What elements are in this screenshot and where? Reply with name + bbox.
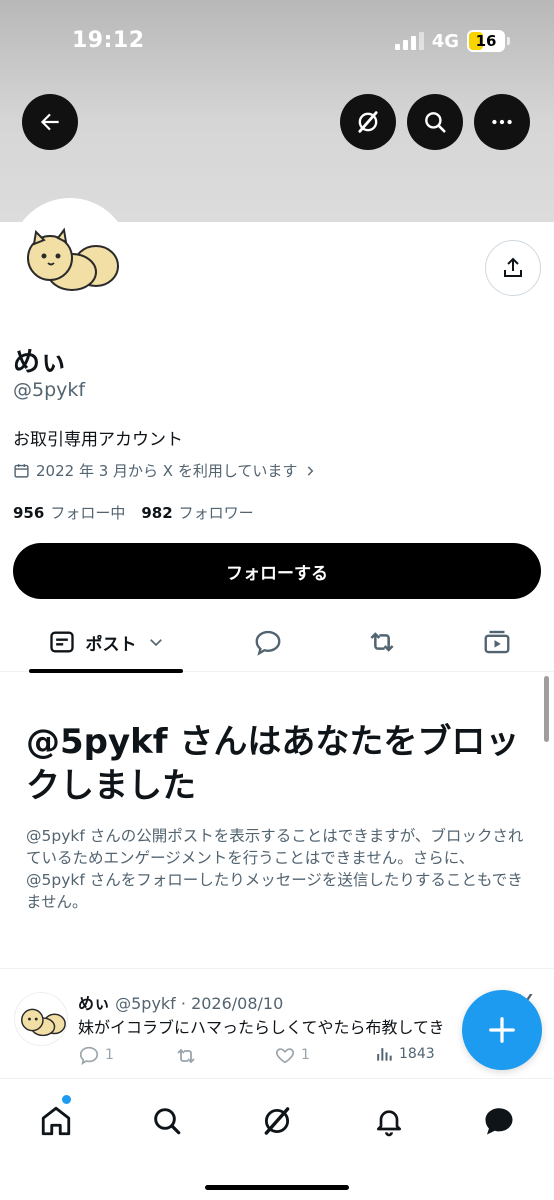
profile-avatar[interactable] xyxy=(10,198,130,318)
tab-reposts[interactable] xyxy=(352,612,412,672)
tab-posts[interactable]: ポスト xyxy=(28,612,184,672)
chevron-right-icon xyxy=(308,465,314,476)
tab-replies[interactable] xyxy=(238,612,298,672)
like-icon xyxy=(275,1048,295,1064)
profile-bio: お取引専用アカウント xyxy=(13,430,183,450)
blocked-description: @5pykf さんの公開ポストを表示することはできますが、ブロックされているため… xyxy=(26,827,524,911)
profile-tabs: ポスト xyxy=(0,612,554,673)
post-reply-button[interactable]: 1 xyxy=(78,1044,114,1066)
reply-count: 1 xyxy=(105,1047,114,1063)
post-text[interactable]: 妹がイコラブにハマったらしくてやたら布教してき xyxy=(78,1014,478,1038)
active-tab-indicator xyxy=(29,669,183,673)
posts-tab-icon xyxy=(49,631,74,653)
post-author-meta: @5pykf · 2026/08/10 xyxy=(115,994,284,1013)
tab-posts-label: ポスト xyxy=(85,634,137,655)
tab-media[interactable] xyxy=(467,612,527,672)
more-button[interactable] xyxy=(474,94,530,150)
followers-count: 982 xyxy=(141,504,173,522)
follow-stats: 956 フォロー中 982 フォロワー xyxy=(13,502,254,523)
grok-button[interactable] xyxy=(340,94,396,150)
more-icon xyxy=(492,119,512,125)
signal-icon xyxy=(394,32,424,50)
home-indicator xyxy=(205,1185,349,1190)
reply-icon xyxy=(255,630,281,656)
status-time: 19:12 xyxy=(72,28,145,53)
nav-search[interactable] xyxy=(147,1101,187,1141)
blocked-title: @5pykf さんはあなたをブロックしました xyxy=(26,722,520,806)
repost-icon xyxy=(370,632,394,652)
media-icon xyxy=(484,630,510,654)
messages-icon xyxy=(485,1108,513,1135)
repost-icon xyxy=(177,1048,195,1064)
joined-date[interactable]: 2022 年 3 月から X を利用しています xyxy=(13,460,317,481)
nav-grok[interactable] xyxy=(257,1101,297,1141)
display-name: めぃ xyxy=(13,347,67,378)
search-icon xyxy=(154,1108,181,1135)
network-type: 4G xyxy=(431,30,459,52)
nav-home[interactable] xyxy=(36,1101,76,1141)
share-icon xyxy=(504,257,522,277)
reply-icon xyxy=(79,1046,99,1065)
post-header: めぃ @5pykf · 2026/08/10 xyxy=(78,990,283,1014)
followers-label: フォロワー xyxy=(178,504,254,522)
pomeranian-avatar-image xyxy=(14,202,126,314)
post-views[interactable]: 1843 xyxy=(374,1044,435,1064)
battery-icon: 16 xyxy=(467,30,505,52)
status-indicators: 4G 16 xyxy=(394,28,510,54)
post-author-avatar[interactable] xyxy=(14,992,68,1046)
username-handle: @5pykf xyxy=(13,379,86,401)
back-button[interactable] xyxy=(22,94,78,150)
views-icon xyxy=(377,1048,392,1061)
nav-messages[interactable] xyxy=(479,1101,519,1141)
share-button[interactable] xyxy=(485,240,541,296)
grok-icon xyxy=(358,111,378,133)
pomeranian-avatar-image xyxy=(15,993,67,1045)
post-repost-button[interactable] xyxy=(174,1044,198,1068)
followers-link[interactable]: 982 フォロワー xyxy=(141,502,253,523)
chevron-down-icon[interactable] xyxy=(147,633,165,651)
joined-date-text: 2022 年 3 月から X を利用しています xyxy=(36,462,298,480)
post-actions: 1 1 1843 xyxy=(78,1044,458,1070)
view-count: 1843 xyxy=(399,1046,435,1062)
bottom-navigation xyxy=(0,1078,554,1200)
grok-icon xyxy=(264,1107,290,1135)
following-link[interactable]: 956 フォロー中 xyxy=(13,502,125,523)
battery-level: 16 xyxy=(475,32,497,50)
search-button[interactable] xyxy=(407,94,463,150)
plus-icon xyxy=(489,1017,515,1043)
home-icon xyxy=(41,1106,71,1136)
following-label: フォロー中 xyxy=(50,504,126,522)
compose-post-button[interactable] xyxy=(462,990,542,1070)
follow-button[interactable]: フォローする xyxy=(13,543,541,599)
calendar-icon xyxy=(14,464,29,478)
bell-icon xyxy=(377,1110,401,1137)
divider xyxy=(0,968,554,969)
notification-dot xyxy=(62,1095,71,1104)
nav-notifications[interactable] xyxy=(369,1101,409,1141)
scrollbar[interactable] xyxy=(544,676,549,742)
search-icon xyxy=(425,112,446,133)
back-arrow-icon xyxy=(40,113,59,131)
post-author-name[interactable]: めぃ xyxy=(78,994,110,1013)
like-count: 1 xyxy=(301,1047,310,1063)
following-count: 956 xyxy=(13,504,45,522)
post-like-button[interactable]: 1 xyxy=(274,1044,310,1066)
